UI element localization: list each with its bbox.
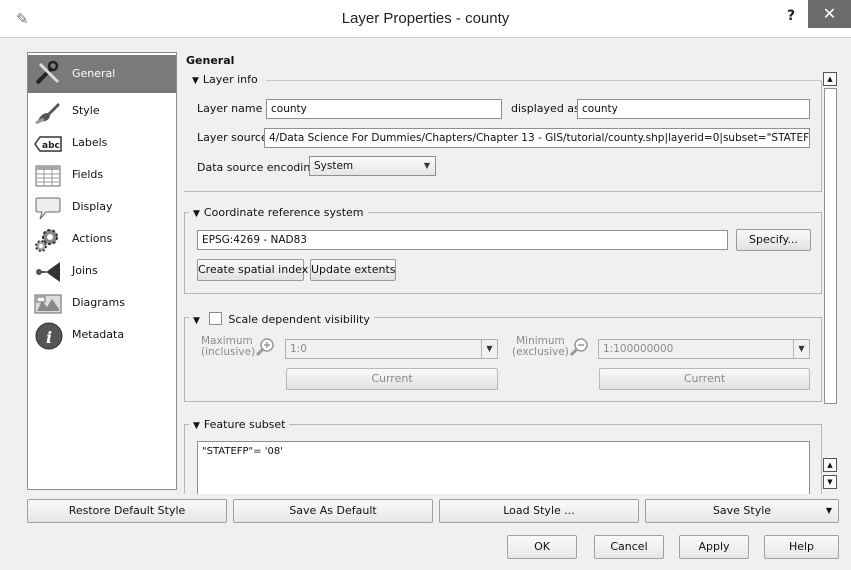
diagrams-icon [34, 294, 62, 314]
labels-abc-icon: abc [34, 136, 62, 152]
maximum-label: Maximum (inclusive) [201, 335, 256, 358]
current-maximum-button[interactable]: Current [286, 368, 498, 390]
feature-subset-textarea[interactable]: "STATEFP"= '08' [197, 441, 810, 494]
style-brush-icon [35, 103, 60, 125]
sidebar-item-label: Diagrams [72, 296, 125, 309]
joins-arrow-icon [36, 262, 60, 282]
chevron-down-icon: ▼ [825, 506, 832, 515]
maximum-scale-select[interactable]: 1:0 ▼ [285, 339, 498, 359]
encoding-label: Data source encoding [197, 161, 318, 174]
sidebar-item-metadata[interactable]: i Metadata [28, 319, 176, 351]
zoom-out-icon [569, 338, 588, 357]
encoding-select[interactable]: System ▼ [309, 156, 436, 176]
displayed-as-label: displayed as [511, 102, 580, 115]
current-minimum-button[interactable]: Current [599, 368, 810, 390]
svg-text:i: i [46, 328, 52, 347]
create-spatial-index-button[interactable]: Create spatial index [197, 259, 308, 281]
zoom-in-icon [255, 338, 274, 357]
layer-name-input[interactable]: county [266, 99, 502, 119]
display-speech-icon [35, 197, 61, 220]
crs-panel: ▼ Coordinate reference system [184, 205, 822, 294]
sidebar-item-actions[interactable]: Actions [28, 223, 176, 255]
collapse-arrow-icon: ▼ [193, 316, 200, 326]
crs-input[interactable]: EPSG:4269 - NAD83 [197, 230, 728, 250]
sidebar-item-label: Metadata [72, 328, 125, 341]
main-scrollbar[interactable]: ▲ ▲ ▼ [823, 72, 839, 494]
window-title: Layer Properties - county [341, 10, 510, 27]
layer-source-label: Layer source [197, 131, 268, 144]
help-button[interactable]: ? [778, 4, 804, 28]
sidebar-item-label: Display [72, 200, 113, 213]
chevron-down-icon: ▼ [423, 161, 431, 170]
actions-gear-icon [35, 229, 58, 252]
save-style-button[interactable]: Save Style ▼ [645, 499, 839, 523]
sidebar-item-diagrams[interactable]: Diagrams [28, 287, 176, 319]
minimum-label: Minimum (exclusive) [512, 335, 569, 358]
sidebar-item-label: Actions [72, 232, 113, 245]
chevron-down-icon: ▼ [793, 340, 809, 358]
svg-text:abc: abc [42, 141, 60, 151]
help-dialog-button[interactable]: Help [764, 535, 839, 559]
scale-header[interactable]: ▼ Scale dependent visibility [189, 310, 374, 326]
scroll-thumb[interactable] [824, 88, 837, 404]
sidebar: General Style abc Labels Fields Display … [27, 52, 177, 490]
layer-source-input[interactable]: 4/Data Science For Dummies/Chapters/Chap… [264, 128, 810, 148]
cancel-button[interactable]: Cancel [594, 535, 664, 559]
scroll-up-icon[interactable]: ▲ [823, 72, 837, 86]
sidebar-item-labels[interactable]: abc Labels [28, 127, 176, 159]
section-title: General [186, 54, 235, 67]
sidebar-item-fields[interactable]: Fields [28, 159, 176, 191]
restore-default-style-button[interactable]: Restore Default Style [27, 499, 227, 523]
feature-subset-header[interactable]: ▼ Feature subset [189, 417, 290, 433]
sidebar-item-label: Style [72, 104, 100, 117]
fields-table-icon [35, 165, 61, 187]
metadata-info-icon: i [35, 322, 63, 350]
layer-name-label: Layer name [197, 102, 263, 115]
general-tools-icon [35, 60, 60, 85]
close-button[interactable]: ✕ [808, 0, 851, 28]
displayed-as-input[interactable]: county [577, 99, 810, 119]
title-bar: ✎ Layer Properties - county ? ✕ [0, 0, 851, 38]
sidebar-item-style[interactable]: Style [28, 95, 176, 127]
sidebar-item-label: Fields [72, 168, 104, 181]
scroll-up-icon[interactable]: ▲ [823, 458, 837, 472]
sidebar-item-label: Labels [72, 136, 108, 149]
collapse-arrow-icon: ▼ [192, 76, 199, 86]
load-style-button[interactable]: Load Style ... [439, 499, 639, 523]
layer-info-header[interactable]: ▼ Layer info [188, 72, 262, 88]
collapse-arrow-icon: ▼ [193, 421, 200, 431]
chevron-down-icon: ▼ [481, 340, 497, 358]
sidebar-item-label: Joins [72, 264, 98, 277]
save-as-default-button[interactable]: Save As Default [233, 499, 433, 523]
sidebar-item-label: General [72, 67, 116, 80]
ok-button[interactable]: OK [507, 535, 577, 559]
apply-button[interactable]: Apply [679, 535, 749, 559]
scroll-down-icon[interactable]: ▼ [823, 475, 837, 489]
sidebar-item-joins[interactable]: Joins [28, 255, 176, 287]
collapse-arrow-icon: ▼ [193, 209, 200, 219]
crs-header[interactable]: ▼ Coordinate reference system [189, 205, 368, 221]
sidebar-item-general[interactable]: General [28, 55, 176, 93]
sidebar-item-display[interactable]: Display [28, 191, 176, 223]
scale-visibility-checkbox[interactable] [209, 312, 223, 325]
specify-button[interactable]: Specify... [736, 229, 811, 251]
minimum-scale-select[interactable]: 1:100000000 ▼ [598, 339, 810, 359]
update-extents-button[interactable]: Update extents [310, 259, 396, 281]
